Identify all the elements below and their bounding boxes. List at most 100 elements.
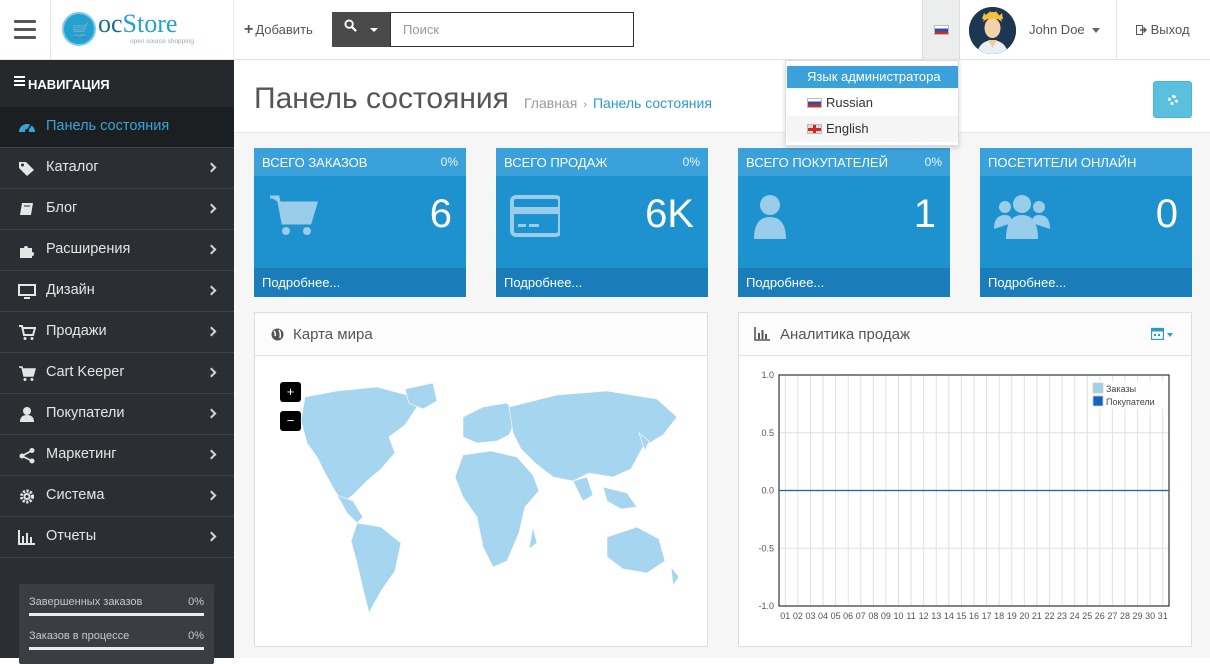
gear-icon (20, 489, 34, 504)
search-type-button[interactable] (332, 12, 391, 47)
sidebar-item-label: Блог (46, 200, 78, 216)
x-tick-label: 22 (1044, 611, 1054, 621)
sidebar-item-marketing[interactable]: Маркетинг (0, 435, 234, 476)
menu-toggle-icon[interactable] (14, 20, 36, 40)
language-option-russian[interactable]: Russian (787, 90, 958, 116)
sidebar-item-label: Система (46, 487, 105, 503)
x-tick-label: 03 (805, 611, 815, 621)
cart-icon (270, 195, 318, 235)
x-tick-label: 29 (1133, 611, 1143, 621)
chevron-down-icon (1167, 333, 1173, 337)
date-range-button[interactable] (1150, 327, 1177, 341)
chevron-right-icon (206, 162, 217, 173)
avatar[interactable] (969, 7, 1016, 54)
x-tick-label: 15 (956, 611, 966, 621)
chevron-right-icon (206, 244, 217, 255)
sidebar-item-extensions[interactable]: Расширения (0, 230, 234, 271)
breadcrumb-separator-icon: › (583, 99, 587, 111)
x-tick-label: 13 (931, 611, 941, 621)
dashboard-icon (19, 124, 35, 133)
sidebar-item-cart-keeper[interactable]: Cart Keeper (0, 353, 234, 394)
logout-label: Выход (1150, 22, 1190, 37)
logo[interactable]: 🛒 ocStore open source shopping (62, 9, 202, 50)
sidebar-item-reports[interactable]: Отчеты (0, 517, 234, 558)
x-tick-label: 18 (994, 611, 1004, 621)
breadcrumb-home[interactable]: Главная (524, 95, 577, 111)
header-divider (1116, 0, 1117, 60)
y-tick-label: 0.0 (761, 486, 774, 496)
tile-total-orders: ВСЕГО ЗАКАЗОВ 0% 6 Подробнее... (254, 148, 466, 297)
book-icon (20, 203, 33, 215)
x-tick-label: 25 (1082, 611, 1092, 621)
logout-button[interactable]: Выход (1136, 22, 1190, 37)
sidebar-item-dashboard[interactable]: Панель состояния (0, 107, 234, 148)
user-avatar-icon (969, 7, 1016, 54)
plus-icon: + (244, 21, 254, 38)
tile-value: 0 (1155, 192, 1178, 236)
sidebar-item-label: Продажи (46, 323, 107, 339)
bar-chart-icon (18, 530, 35, 545)
x-tick-label: 19 (1007, 611, 1017, 621)
language-option-label: English (826, 121, 869, 136)
tile-footer-label: Подробнее... (262, 275, 341, 290)
sidebar-item-system[interactable]: Система (0, 476, 234, 517)
x-tick-label: 07 (856, 611, 866, 621)
sales-chart: 1.0 0.5 0.0 -0.5 -1.0 01 02 03 04 05 06 07 08 09 10 11 1… (758, 370, 1170, 621)
x-tick-label: 28 (1120, 611, 1130, 621)
x-tick-label: 16 (969, 611, 979, 621)
sign-out-icon (1136, 25, 1147, 35)
language-option-english[interactable]: English (787, 116, 958, 142)
sidebar-item-customers[interactable]: Покупатели (0, 394, 234, 435)
user-icon (754, 195, 786, 239)
chevron-right-icon (206, 449, 217, 460)
chevron-right-icon (206, 367, 217, 378)
tile-footer-label: Подробнее... (746, 275, 825, 290)
search-input[interactable] (390, 12, 634, 47)
stat-value: 0% (188, 596, 204, 608)
tile-more-link[interactable]: Подробнее... (738, 268, 950, 297)
tile-percent: 0% (682, 155, 700, 169)
y-tick-label: -1.0 (758, 601, 774, 611)
add-button[interactable]: + Добавить (244, 21, 313, 39)
top-header: 🛒 ocStore open source shopping + Добавить… (0, 0, 1210, 60)
x-tick-label: 23 (1057, 611, 1067, 621)
users-icon (994, 195, 1050, 239)
sidebar-item-catalog[interactable]: Каталог (0, 148, 234, 189)
stat-label: Заказов в процессе (29, 630, 130, 642)
tile-value: 1 (913, 192, 936, 236)
tile-more-link[interactable]: Подробнее... (496, 268, 708, 297)
legend-label: Заказы (1106, 384, 1136, 394)
chevron-down-icon (370, 28, 378, 32)
nav-heading-label: НАВИГАЦИЯ (28, 77, 110, 92)
user-menu[interactable]: John Doe (1029, 22, 1085, 37)
x-tick-label: 01 (780, 611, 790, 621)
sidebar-item-sales[interactable]: Продажи (0, 312, 234, 353)
breadcrumb-current[interactable]: Панель состояния (593, 95, 712, 111)
x-tick-label: 10 (894, 611, 904, 621)
sidebar-item-label: Дизайн (46, 282, 95, 298)
x-tick-label: 20 (1019, 611, 1029, 621)
russian-flag-icon (807, 98, 822, 108)
tile-title: ВСЕГО ЗАКАЗОВ (262, 155, 368, 170)
x-tick-label: 09 (881, 611, 891, 621)
header-divider (233, 0, 234, 60)
world-map[interactable] (277, 377, 687, 627)
y-tick-label: -0.5 (758, 543, 774, 553)
panel-header: Аналитика продаж (739, 313, 1191, 356)
x-tick-label: 14 (944, 611, 954, 621)
language-dropdown: Язык администратора Russian English (785, 60, 959, 146)
legend-swatch (1092, 382, 1104, 394)
settings-button[interactable] (1153, 81, 1192, 118)
x-tick-label: 26 (1095, 611, 1105, 621)
india-shape (572, 476, 594, 502)
sidebar-item-design[interactable]: Дизайн (0, 271, 234, 312)
calendar-icon (1150, 327, 1165, 341)
legend-swatch (1092, 395, 1104, 407)
russian-flag-icon (934, 25, 949, 35)
sidebar-item-blog[interactable]: Блог (0, 189, 234, 230)
tile-more-link[interactable]: Подробнее... (980, 268, 1192, 297)
tile-more-link[interactable]: Подробнее... (254, 268, 466, 297)
x-tick-label: 21 (1032, 611, 1042, 621)
tile-online-visitors: ПОСЕТИТЕЛИ ОНЛАЙН 0 Подробнее... (980, 148, 1192, 297)
language-button[interactable] (922, 0, 960, 60)
